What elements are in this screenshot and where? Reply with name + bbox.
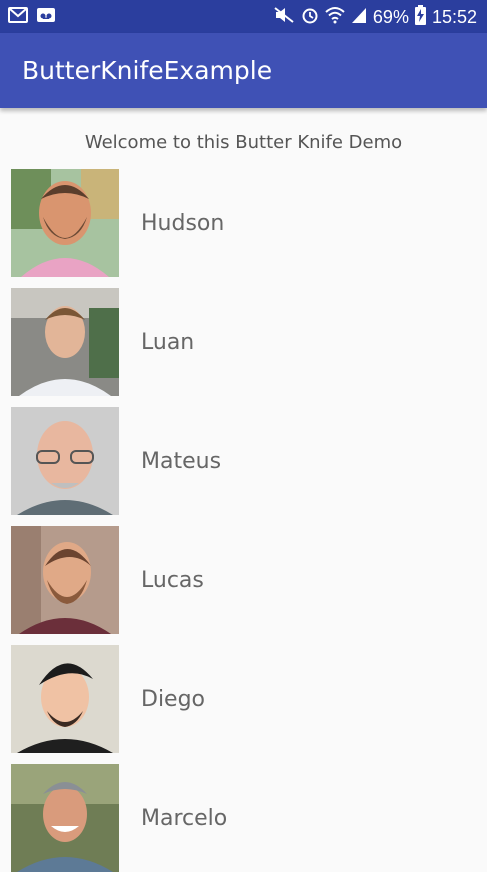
gmail-icon (8, 7, 28, 27)
list-item[interactable]: Diego (0, 645, 487, 753)
person-name: Lucas (141, 568, 204, 593)
person-name: Luan (141, 330, 195, 355)
voicemail-icon (36, 7, 56, 27)
system-status: 69% 15:52 (273, 5, 477, 30)
notification-icons (8, 7, 56, 27)
avatar (11, 645, 119, 753)
mute-icon (273, 6, 295, 29)
clock: 15:52 (431, 7, 477, 27)
status-bar: 69% 15:52 (0, 0, 487, 33)
list-item[interactable]: Marcelo (0, 764, 487, 872)
person-name: Diego (141, 687, 206, 712)
wifi-icon (325, 6, 345, 29)
avatar (11, 526, 119, 634)
avatar (11, 407, 119, 515)
person-name: Mateus (141, 449, 222, 474)
battery-percent: 69% (372, 7, 409, 27)
app-bar: ButterKnifeExample (0, 33, 487, 108)
app-title: ButterKnifeExample (22, 56, 273, 85)
person-name: Marcelo (141, 806, 228, 831)
list-item[interactable]: Luan (0, 288, 487, 396)
avatar (11, 288, 119, 396)
welcome-text: Welcome to this Butter Knife Demo (84, 132, 403, 153)
person-name: Hudson (141, 211, 225, 236)
list-item[interactable]: Hudson (0, 169, 487, 277)
alarm-icon (301, 6, 319, 29)
list-item[interactable]: Lucas (0, 526, 487, 634)
avatar (11, 169, 119, 277)
battery-charging-icon (414, 5, 426, 30)
list-item[interactable]: Mateus (0, 407, 487, 515)
signal-icon (351, 6, 367, 29)
avatar (11, 764, 119, 872)
